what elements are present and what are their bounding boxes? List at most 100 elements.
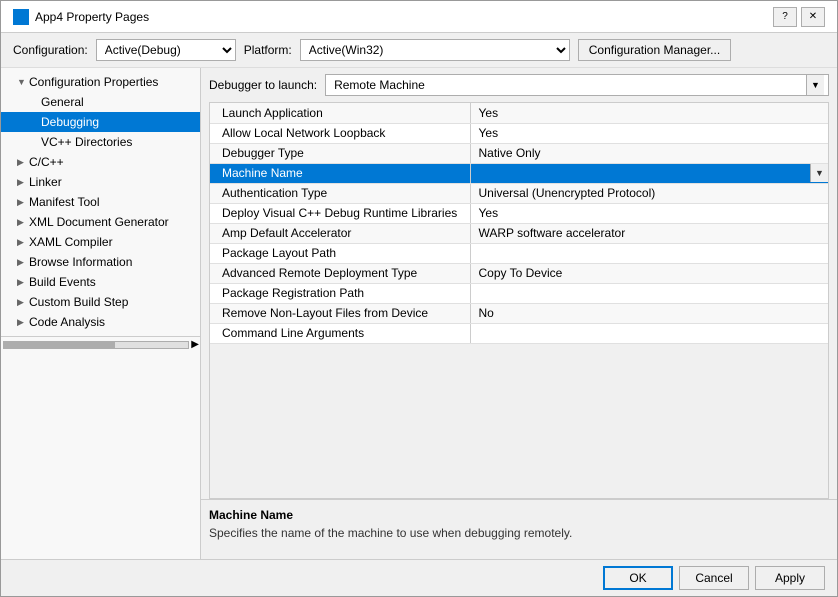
title-bar-controls: ? ✕ — [773, 7, 825, 27]
expand-icon: ▶ — [17, 157, 27, 168]
expand-icon: ▶ — [17, 197, 27, 208]
description-text: Specifies the name of the machine to use… — [209, 526, 829, 540]
table-row[interactable]: Command Line Arguments — [210, 323, 828, 343]
property-name: Command Line Arguments — [210, 323, 470, 343]
property-value[interactable]: ▼ — [470, 163, 828, 183]
table-row[interactable]: Authentication Type Universal (Unencrypt… — [210, 183, 828, 203]
property-name: Debugger Type — [210, 143, 470, 163]
property-name: Machine Name — [210, 163, 470, 183]
property-pages-dialog: App4 Property Pages ? ✕ Configuration: A… — [0, 0, 838, 597]
help-button[interactable]: ? — [773, 7, 797, 27]
ok-button[interactable]: OK — [603, 566, 673, 590]
table-row[interactable]: Deploy Visual C++ Debug Runtime Librarie… — [210, 203, 828, 223]
sidebar-item-manifest-tool[interactable]: ▶ Manifest Tool — [1, 192, 200, 212]
property-value: Native Only — [470, 143, 828, 163]
platform-select[interactable]: Active(Win32) — [300, 39, 570, 61]
property-name: Allow Local Network Loopback — [210, 123, 470, 143]
property-value: WARP software accelerator — [470, 223, 828, 243]
property-value: Yes — [470, 123, 828, 143]
machine-name-cell[interactable]: ▼ — [471, 164, 829, 182]
table-row-selected[interactable]: Machine Name ▼ — [210, 163, 828, 183]
expand-icon: ▶ — [17, 257, 27, 268]
property-value: Yes — [470, 203, 828, 223]
property-value — [470, 243, 828, 263]
configuration-select[interactable]: Active(Debug) — [96, 39, 236, 61]
property-value: Universal (Unencrypted Protocol) — [470, 183, 828, 203]
expand-icon: ▶ — [17, 277, 27, 288]
sidebar-item-debugging[interactable]: Debugging — [1, 112, 200, 132]
expand-spacer — [29, 137, 39, 147]
sidebar-scrollbar[interactable]: ▶ — [1, 336, 201, 352]
close-button[interactable]: ✕ — [801, 7, 825, 27]
properties-table: Launch Application Yes Allow Local Netwo… — [209, 102, 829, 499]
right-panel: Debugger to launch: Remote Machine ▼ Lau… — [201, 68, 837, 559]
sidebar-item-xaml[interactable]: ▶ XAML Compiler — [1, 232, 200, 252]
debugger-dropdown[interactable]: Remote Machine ▼ — [325, 74, 829, 96]
sidebar-item-label: Browse Information — [29, 255, 132, 269]
sidebar-item-cpp[interactable]: ▶ C/C++ — [1, 152, 200, 172]
table-row[interactable]: Remove Non-Layout Files from Device No — [210, 303, 828, 323]
sidebar-item-label: Custom Build Step — [29, 295, 128, 309]
sidebar-item-code-analysis[interactable]: ▶ Code Analysis — [1, 312, 200, 332]
expand-icon: ▶ — [17, 237, 27, 248]
sidebar-item-build-events[interactable]: ▶ Build Events — [1, 272, 200, 292]
dialog-title: App4 Property Pages — [35, 10, 149, 24]
property-name: Package Layout Path — [210, 243, 470, 263]
expand-icon: ▶ — [17, 177, 27, 188]
sidebar-item-browse-info[interactable]: ▶ Browse Information — [1, 252, 200, 272]
table-row[interactable]: Advanced Remote Deployment Type Copy To … — [210, 263, 828, 283]
platform-label: Platform: — [244, 43, 292, 57]
sidebar-item-label: Build Events — [29, 275, 96, 289]
table-row[interactable]: Launch Application Yes — [210, 103, 828, 123]
sidebar-item-label: Manifest Tool — [29, 195, 99, 209]
sidebar-item-general[interactable]: General — [1, 92, 200, 112]
sidebar-item-xml-doc[interactable]: ▶ XML Document Generator — [1, 212, 200, 232]
property-name: Remove Non-Layout Files from Device — [210, 303, 470, 323]
sidebar-item-label: C/C++ — [29, 155, 64, 169]
description-title: Machine Name — [209, 508, 829, 522]
property-name: Deploy Visual C++ Debug Runtime Librarie… — [210, 203, 470, 223]
sidebar-item-label: XAML Compiler — [29, 235, 113, 249]
sidebar: ▼ Configuration Properties General Debug… — [1, 68, 201, 559]
sidebar-item-config-props[interactable]: ▼ Configuration Properties — [1, 72, 200, 92]
app-icon — [13, 9, 29, 25]
scroll-thumb — [4, 342, 115, 348]
table-row[interactable]: Allow Local Network Loopback Yes — [210, 123, 828, 143]
scroll-right-arrow[interactable]: ▶ — [191, 339, 199, 350]
table-row[interactable]: Amp Default Accelerator WARP software ac… — [210, 223, 828, 243]
main-content: ▼ Configuration Properties General Debug… — [1, 68, 837, 559]
property-name: Amp Default Accelerator — [210, 223, 470, 243]
sidebar-tree: ▼ Configuration Properties General Debug… — [1, 68, 200, 336]
expand-icon: ▶ — [17, 217, 27, 228]
sidebar-item-label: Debugging — [41, 115, 99, 129]
config-manager-button[interactable]: Configuration Manager... — [578, 39, 731, 61]
bottom-bar: OK Cancel Apply — [1, 559, 837, 596]
property-value — [470, 323, 828, 343]
debugger-label: Debugger to launch: — [209, 78, 317, 92]
cancel-button[interactable]: Cancel — [679, 566, 749, 590]
table-row[interactable]: Package Layout Path — [210, 243, 828, 263]
property-name: Package Registration Path — [210, 283, 470, 303]
toolbar: Configuration: Active(Debug) Platform: A… — [1, 33, 837, 68]
sidebar-item-label: Linker — [29, 175, 62, 189]
cell-dropdown-btn[interactable]: ▼ — [810, 164, 828, 182]
property-value: Yes — [470, 103, 828, 123]
sidebar-item-linker[interactable]: ▶ Linker — [1, 172, 200, 192]
expand-icon: ▼ — [17, 77, 27, 87]
config-label: Configuration: — [13, 43, 88, 57]
debugger-value: Remote Machine — [330, 78, 806, 92]
property-name: Authentication Type — [210, 183, 470, 203]
sidebar-item-custom-build[interactable]: ▶ Custom Build Step — [1, 292, 200, 312]
sidebar-item-label: XML Document Generator — [29, 215, 169, 229]
property-value: No — [470, 303, 828, 323]
sidebar-item-label: Code Analysis — [29, 315, 105, 329]
debugger-dropdown-arrow[interactable]: ▼ — [806, 75, 824, 95]
table-row[interactable]: Package Registration Path — [210, 283, 828, 303]
apply-button[interactable]: Apply — [755, 566, 825, 590]
expand-spacer — [29, 97, 39, 107]
expand-icon: ▶ — [17, 297, 27, 308]
properties-grid: Launch Application Yes Allow Local Netwo… — [210, 103, 828, 344]
table-row[interactable]: Debugger Type Native Only — [210, 143, 828, 163]
property-value — [470, 283, 828, 303]
sidebar-item-vc-directories[interactable]: VC++ Directories — [1, 132, 200, 152]
